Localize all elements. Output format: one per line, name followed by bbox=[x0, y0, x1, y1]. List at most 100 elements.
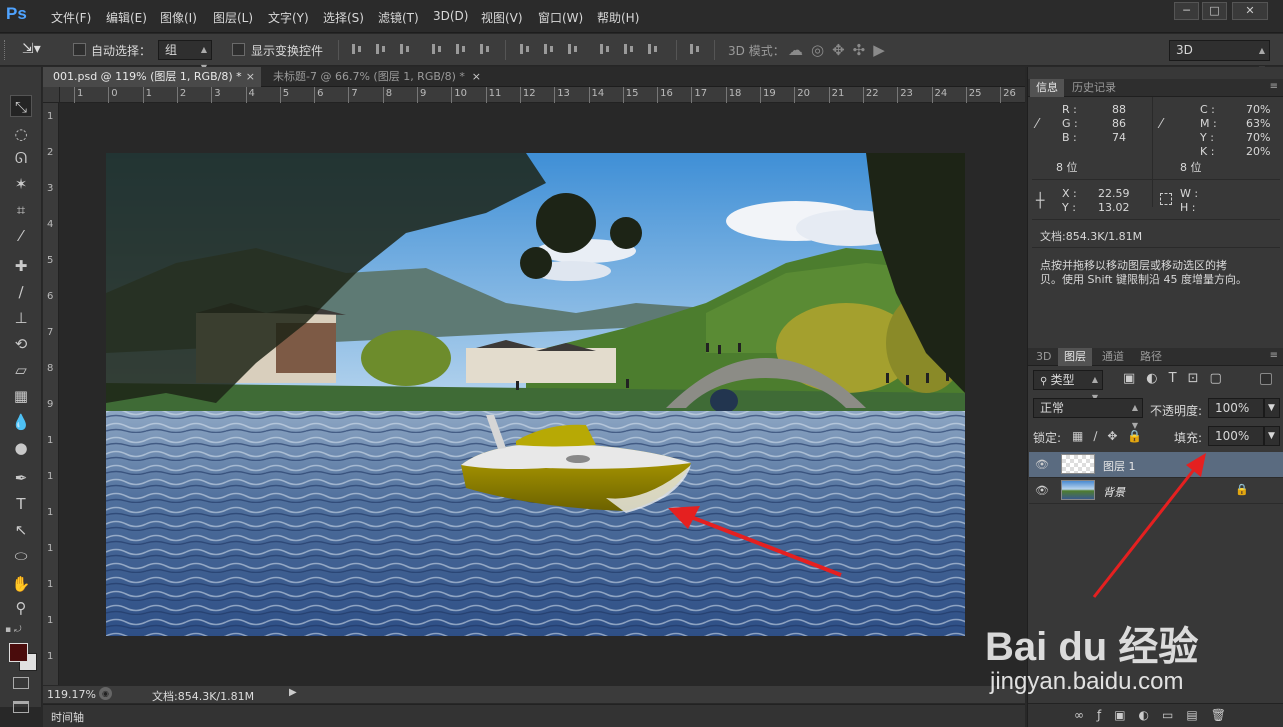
history-brush-icon[interactable]: ⟲ bbox=[10, 333, 32, 355]
timeline-tab[interactable]: 时间轴 bbox=[51, 709, 84, 725]
auto-align-icon[interactable] bbox=[688, 42, 702, 56]
blend-mode-dropdown[interactable]: 正常 ▲ ▼ bbox=[1033, 398, 1143, 430]
ruler-label: 5 bbox=[282, 88, 290, 99]
layer-filter-dropdown[interactable]: ⚲ 类型 ▲▼ bbox=[1033, 370, 1103, 402]
auto-select-checkbox[interactable] bbox=[73, 43, 86, 56]
menu-edit[interactable]: 编辑(E) bbox=[106, 9, 147, 26]
filter-toggle-icon[interactable] bbox=[1260, 373, 1272, 385]
align-top-icon[interactable] bbox=[350, 42, 364, 56]
b-value: 74 bbox=[1112, 131, 1126, 144]
tab-untitled-7[interactable]: 未标题-7 @ 66.7% (图层 1, RGB/8) * × bbox=[263, 67, 487, 87]
tab-info[interactable]: 信息 bbox=[1030, 79, 1064, 97]
minimize-button[interactable]: ─ bbox=[1174, 2, 1199, 20]
show-transform-checkbox[interactable] bbox=[232, 43, 245, 56]
align-bottom-icon[interactable] bbox=[398, 42, 412, 56]
fill-field[interactable]: 100% bbox=[1208, 426, 1264, 446]
align-left-icon[interactable] bbox=[430, 42, 444, 56]
hand-tool-icon[interactable]: ✋ bbox=[10, 573, 32, 595]
lock-icons[interactable]: ▦∕✥🔒 bbox=[1072, 429, 1152, 443]
menu-view[interactable]: 视图(V) bbox=[481, 9, 523, 26]
opacity-field[interactable]: 100% bbox=[1208, 398, 1264, 418]
opacity-chevron-icon[interactable]: ▼ bbox=[1264, 398, 1280, 418]
tab-paths[interactable]: 路径 bbox=[1134, 348, 1168, 366]
menu-layer[interactable]: 图层(L) bbox=[213, 9, 253, 26]
menu-image[interactable]: 图像(I) bbox=[160, 9, 197, 26]
3d-mode-icons[interactable]: ☁◎✥✣▶ bbox=[788, 41, 893, 59]
menu-3d[interactable]: 3D(D) bbox=[433, 9, 468, 23]
foreground-color-swatch[interactable] bbox=[9, 643, 28, 662]
k-value: 20% bbox=[1246, 145, 1271, 158]
menu-type[interactable]: 文字(Y) bbox=[268, 9, 309, 26]
distribute-vcenter-icon[interactable] bbox=[542, 42, 556, 56]
r-value: 88 bbox=[1112, 103, 1126, 116]
toolbox: ⤡ ◌ ᘏ ✶ ⌗ ⁄ ✚ ∕ ⊥ ⟲ ▱ ▦ 💧 ● ✒ T ↖ ⬭ ✋ ⚲ … bbox=[0, 67, 42, 713]
panel-menu-icon[interactable]: ≡ bbox=[1270, 81, 1278, 92]
layer-filter-icons[interactable]: ▣◐T⊡▢ bbox=[1123, 371, 1233, 386]
healing-brush-icon[interactable]: ✚ bbox=[10, 255, 32, 277]
align-hcenter-icon[interactable] bbox=[454, 42, 468, 56]
menu-help[interactable]: 帮助(H) bbox=[597, 9, 639, 26]
crop-tool-icon[interactable]: ⌗ bbox=[10, 199, 32, 221]
ruler-tick bbox=[657, 87, 659, 103]
menu-select[interactable]: 选择(S) bbox=[323, 9, 364, 26]
b-label: B : bbox=[1062, 131, 1077, 144]
eyedropper-icon[interactable]: ⁄ bbox=[10, 225, 32, 247]
auto-select-dropdown[interactable]: 组 ▲▼ bbox=[158, 40, 212, 72]
separator bbox=[338, 40, 339, 60]
panel-menu-icon[interactable]: ≡ bbox=[1270, 350, 1278, 361]
grip-handle[interactable] bbox=[4, 40, 7, 60]
zoom-tool-icon[interactable]: ⚲ bbox=[10, 597, 32, 619]
ruler-tick bbox=[760, 87, 761, 103]
tab-3d[interactable]: 3D bbox=[1030, 348, 1057, 366]
tab-layers[interactable]: 图层 bbox=[1058, 348, 1092, 366]
gradient-tool-icon[interactable]: ▦ bbox=[10, 385, 32, 407]
tab-history[interactable]: 历史记录 bbox=[1066, 79, 1122, 97]
align-right-icon[interactable] bbox=[478, 42, 492, 56]
marquee-tool-icon[interactable]: ◌ bbox=[10, 123, 32, 145]
status-expand-icon[interactable]: ▶ bbox=[289, 687, 297, 698]
ruler-origin[interactable] bbox=[43, 87, 60, 103]
zoom-level[interactable]: 119.17% bbox=[47, 688, 96, 701]
move-tool-preset-icon[interactable]: ⇲▾ bbox=[22, 41, 41, 57]
workspace-dropdown[interactable]: 3D ▲▼ bbox=[1169, 40, 1270, 74]
clone-stamp-icon[interactable]: ⊥ bbox=[10, 307, 32, 329]
ruler-label: 13 bbox=[557, 88, 570, 99]
timeline-panel: 时间轴 bbox=[43, 704, 1025, 727]
lasso-tool-icon[interactable]: ᘏ bbox=[10, 147, 32, 169]
document-canvas[interactable] bbox=[106, 153, 965, 636]
align-vcenter-icon[interactable] bbox=[374, 42, 388, 56]
blur-tool-icon[interactable]: 💧 bbox=[10, 411, 32, 433]
eraser-icon[interactable]: ▱ bbox=[10, 359, 32, 381]
pen-tool-icon[interactable]: ✒ bbox=[10, 467, 32, 489]
filter-kind-value: 类型 bbox=[1050, 373, 1075, 387]
tab-channels[interactable]: 通道 bbox=[1096, 348, 1130, 366]
distribute-left-icon[interactable] bbox=[598, 42, 612, 56]
menu-window[interactable]: 窗口(W) bbox=[538, 9, 583, 26]
brush-tool-icon[interactable]: ∕ bbox=[10, 281, 32, 303]
close-tab-icon[interactable]: × bbox=[246, 67, 255, 87]
distribute-hcenter-icon[interactable] bbox=[622, 42, 636, 56]
path-select-icon[interactable]: ↖ bbox=[10, 519, 32, 541]
distribute-bottom-icon[interactable] bbox=[566, 42, 580, 56]
screen-mode-icon[interactable] bbox=[13, 701, 29, 713]
close-tab-icon[interactable]: × bbox=[472, 67, 481, 87]
menu-filter[interactable]: 滤镜(T) bbox=[378, 9, 419, 26]
fill-chevron-icon[interactable]: ▼ bbox=[1264, 426, 1280, 446]
distribute-right-icon[interactable] bbox=[646, 42, 660, 56]
magic-wand-icon[interactable]: ✶ bbox=[10, 173, 32, 195]
search-icon: ⚲ bbox=[1040, 376, 1051, 387]
status-menu-icon[interactable]: ◉ bbox=[99, 687, 112, 700]
ruler-label: 3 bbox=[47, 183, 54, 194]
move-tool-icon[interactable]: ⤡ bbox=[10, 95, 32, 117]
swap-colors-icon[interactable]: ▪ ⤾ bbox=[5, 625, 21, 635]
ellipse-tool-icon[interactable]: ⬭ bbox=[10, 545, 32, 567]
ruler-label: 1 bbox=[47, 579, 54, 590]
dodge-tool-icon[interactable]: ● bbox=[10, 437, 32, 459]
menu-file[interactable]: 文件(F) bbox=[51, 9, 91, 26]
tab-001-psd[interactable]: 001.psd @ 119% (图层 1, RGB/8) * × bbox=[43, 67, 261, 87]
close-button[interactable]: ✕ bbox=[1232, 2, 1268, 20]
distribute-top-icon[interactable] bbox=[518, 42, 532, 56]
type-tool-icon[interactable]: T bbox=[10, 493, 32, 515]
maximize-button[interactable]: □ bbox=[1202, 2, 1227, 20]
quick-mask-icon[interactable] bbox=[13, 677, 29, 689]
